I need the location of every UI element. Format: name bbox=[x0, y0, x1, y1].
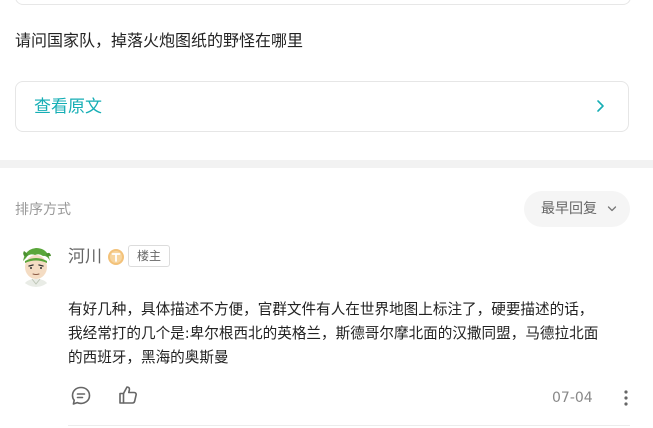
comment-bubble-icon[interactable] bbox=[70, 385, 92, 407]
view-original-label: 查看原文 bbox=[34, 97, 102, 117]
thumbs-up-icon[interactable] bbox=[117, 384, 139, 406]
level-badge-icon bbox=[108, 249, 124, 265]
section-separator bbox=[0, 160, 653, 168]
previous-card-edge bbox=[15, 0, 631, 5]
sort-label: 排序方式 bbox=[15, 202, 71, 218]
sort-selected-value: 最早回复 bbox=[541, 201, 597, 217]
op-badge: 楼主 bbox=[128, 245, 171, 267]
comment-line: 我经常打的几个是:卑尔根西北的英格兰，斯德哥尔摩北面的汉撒同盟，马德拉北面 bbox=[68, 325, 599, 342]
more-vertical-icon[interactable] bbox=[620, 389, 632, 407]
comment-line: 有好几种，具体描述不方便，官群文件有人在世界地图上标注了，硬要描述的话， bbox=[68, 301, 594, 318]
author-name[interactable]: 河川 bbox=[68, 246, 102, 268]
chevron-right-icon bbox=[597, 100, 604, 112]
avatar-image bbox=[17, 245, 55, 287]
sort-dropdown[interactable]: 最早回复 bbox=[524, 191, 630, 227]
view-original-button[interactable]: 查看原文 bbox=[15, 81, 629, 132]
chevron-down-icon bbox=[607, 206, 617, 212]
comment-body: 有好几种，具体描述不方便，官群文件有人在世界地图上标注了，硬要描述的话， 我经常… bbox=[68, 298, 634, 370]
avatar[interactable] bbox=[17, 245, 55, 287]
question-text: 请问国家队，掉落火炮图纸的野怪在哪里 bbox=[15, 31, 304, 50]
comment-divider bbox=[68, 425, 630, 426]
comment-line: 的西班牙，黑海的奥斯曼 bbox=[68, 349, 229, 366]
comment-date: 07-04 bbox=[552, 390, 593, 406]
